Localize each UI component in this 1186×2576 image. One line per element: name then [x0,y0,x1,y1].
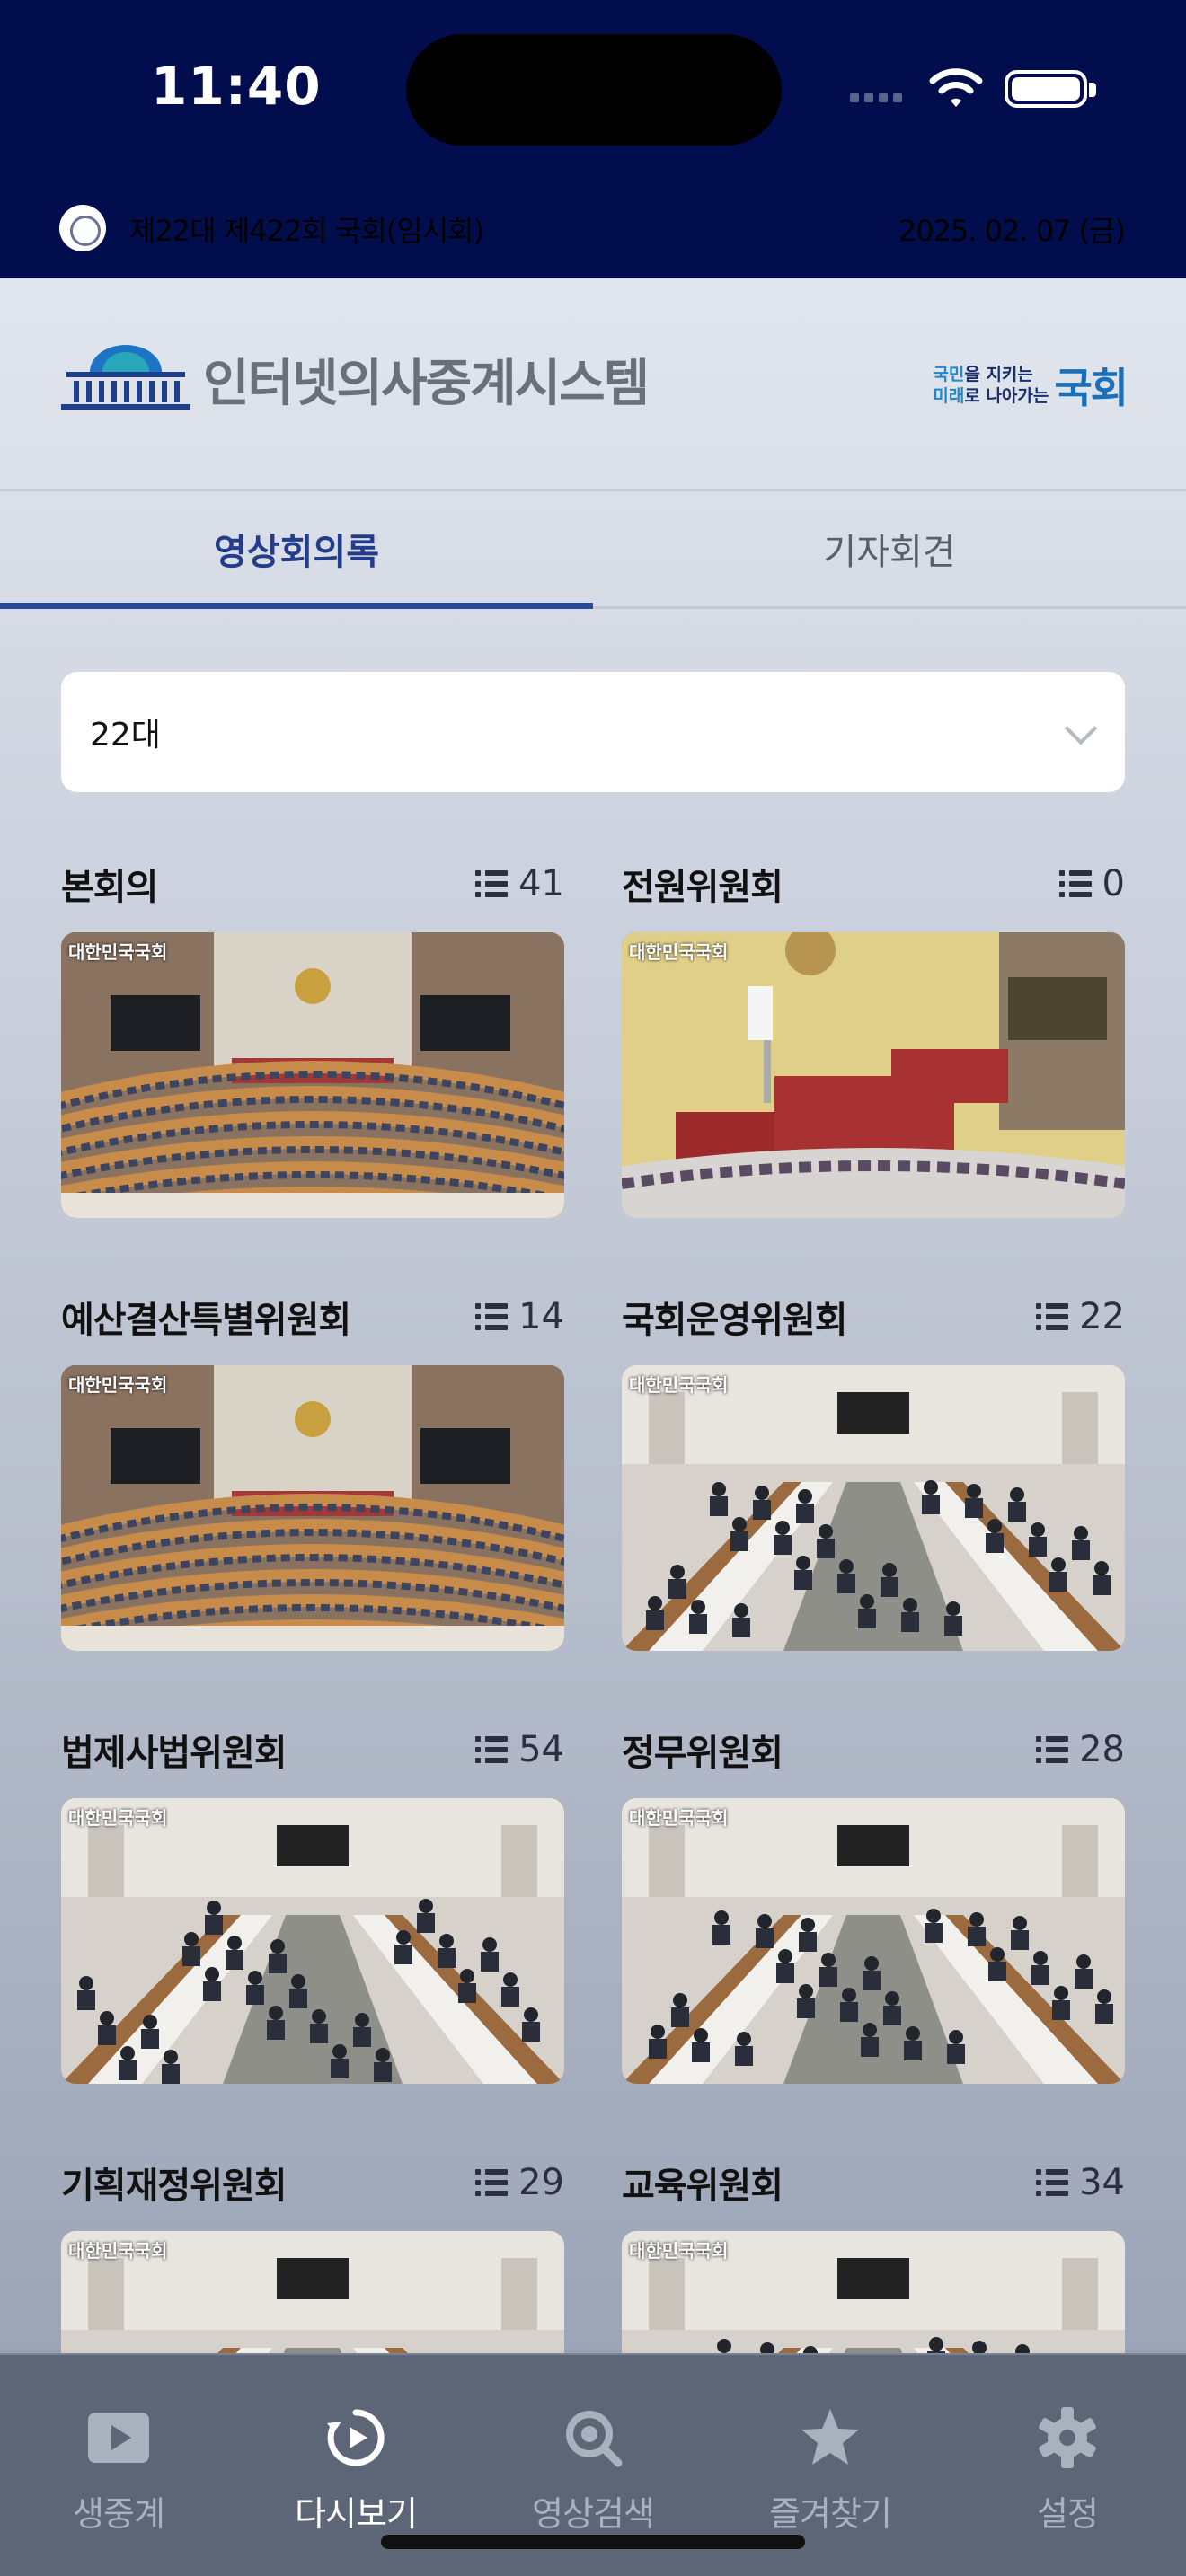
list-icon [1036,1303,1069,1330]
cellular-signal-icon [850,93,902,102]
thumbnail-watermark: 대한민국국회 [629,1374,729,1396]
wifi-icon [929,68,983,107]
video-count-value: 29 [518,2162,564,2203]
list-icon [1036,1736,1069,1763]
session-date: 2025. 02. 07 (금) [898,214,1126,248]
nav-settings[interactable]: 설정 [978,2405,1157,2536]
nav-live-label: 생중계 [73,2494,165,2534]
replay-icon [327,2409,385,2466]
tab-press-conference[interactable]: 기자회견 [593,491,1186,606]
list-icon [1058,870,1092,897]
nav-favorites-label: 즐겨찾기 [769,2494,892,2534]
committee-name: 법제사법위원회 [61,1733,288,1774]
committee-grid: 본회의 41 대한민국국회 전원위원회 0 대한민국국회 예산결산특별위원회 1… [61,857,1125,2517]
committee-name: 본회의 [61,867,158,908]
thumbnail-watermark: 대한민국국회 [68,2240,168,2262]
committee-card-header: 정무위원회 28 [622,1723,1125,1777]
video-count-value: 28 [1079,1729,1125,1770]
tab-bar: 영상회의록 기자회견 [0,489,1186,609]
committee-card-header: 기획재정위원회 29 [61,2156,564,2210]
committee-card[interactable]: 본회의 41 대한민국국회 [61,857,564,1218]
nav-replay-label: 다시보기 [295,2494,418,2534]
star-icon [801,2409,859,2465]
assembly-building-logo-icon[interactable] [59,336,192,411]
committee-name: 기획재정위원회 [61,2166,288,2207]
thumbnail-watermark: 대한민국국회 [68,1807,168,1829]
committee-card-header: 법제사법위원회 54 [61,1723,564,1777]
session-title: 제22대 제422회 국회(임시회) [129,214,484,248]
video-count: 14 [475,1296,564,1337]
home-indicator [381,2535,805,2549]
assembly-emblem-icon [59,205,106,251]
nav-replay[interactable]: 다시보기 [266,2405,446,2536]
video-count: 29 [475,2162,564,2203]
committee-thumbnail[interactable]: 대한민국국회 [61,1365,564,1651]
video-count: 0 [1058,863,1125,904]
video-count: 34 [1036,2162,1125,2203]
committee-card-header: 국회운영위원회 22 [622,1290,1125,1344]
tab-video-minutes[interactable]: 영상회의록 [0,491,593,609]
assembly-term-value: 22대 [90,717,161,754]
nav-favorites[interactable]: 즐겨찾기 [740,2405,920,2536]
committee-card[interactable]: 예산결산특별위원회 14 대한민국국회 [61,1290,564,1651]
search-icon [566,2411,623,2467]
assembly-slogan-logo: 국민을 지키는 미래로 나아가는 국회 [933,356,1128,415]
committee-card-header: 예산결산특별위원회 14 [61,1290,564,1344]
app-header: 인터넷의사중계시스템 국민을 지키는 미래로 나아가는 국회 [0,278,1186,489]
thumbnail-watermark: 대한민국국회 [629,2240,729,2262]
app-logo-text: 인터넷의사중계시스템 [203,355,650,413]
committee-thumbnail[interactable]: 대한민국국회 [622,1365,1125,1651]
committee-name: 예산결산특별위원회 [61,1300,351,1341]
committee-card[interactable]: 전원위원회 0 대한민국국회 [622,857,1125,1218]
gear-icon [1039,2407,1096,2468]
list-icon [475,1736,509,1763]
slogan-big-text: 국회 [1054,364,1128,412]
committee-thumbnail[interactable]: 대한민국국회 [622,932,1125,1218]
nav-settings-label: 설정 [1037,2494,1099,2534]
video-count-value: 22 [1079,1296,1125,1337]
list-icon [475,2169,509,2196]
assembly-term-select[interactable]: 22대 [61,672,1125,792]
committee-card-header: 본회의 41 [61,857,564,911]
play-icon [88,2413,149,2463]
dynamic-island [406,34,782,146]
list-icon [1036,2169,1069,2196]
status-time: 11:40 [151,56,322,117]
committee-card-header: 전원위원회 0 [622,857,1125,911]
video-count: 28 [1036,1729,1125,1770]
nav-video-search[interactable]: 영상검색 [503,2405,683,2536]
list-icon [475,1303,509,1330]
video-count: 22 [1036,1296,1125,1337]
video-count-value: 54 [518,1729,564,1770]
committee-thumbnail[interactable]: 대한민국국회 [61,1798,564,2084]
video-count-value: 34 [1079,2162,1125,2203]
committee-name: 정무위원회 [622,1733,783,1774]
video-count-value: 14 [518,1296,564,1337]
committee-name: 전원위원회 [622,867,783,908]
committee-card-header: 교육위원회 34 [622,2156,1125,2210]
committee-name: 교육위원회 [622,2166,783,2207]
committee-thumbnail[interactable]: 대한민국국회 [61,932,564,1218]
video-count-value: 0 [1102,863,1125,904]
slogan-text: 국민을 지키는 미래로 나아가는 [933,365,1049,406]
video-count: 41 [475,863,564,904]
nav-video-search-label: 영상검색 [532,2494,655,2534]
thumbnail-watermark: 대한민국국회 [629,1807,729,1829]
thumbnail-watermark: 대한민국국회 [629,941,729,963]
video-count-value: 41 [518,863,564,904]
committee-card[interactable]: 법제사법위원회 54 대한민국국회 [61,1723,564,2084]
committee-card[interactable]: 정무위원회 28 대한민국국회 [622,1723,1125,2084]
status-bar: 11:40 [0,0,1186,171]
committee-thumbnail[interactable]: 대한민국국회 [622,1798,1125,2084]
nav-live[interactable]: 생중계 [29,2405,208,2536]
thumbnail-watermark: 대한민국국회 [68,941,168,963]
battery-icon [1005,70,1096,108]
committee-name: 국회운영위원회 [622,1300,848,1341]
thumbnail-watermark: 대한민국국회 [68,1374,168,1396]
list-icon [475,870,509,897]
video-count: 54 [475,1729,564,1770]
committee-card[interactable]: 국회운영위원회 22 대한민국국회 [622,1290,1125,1651]
chevron-down-icon [1064,711,1098,745]
